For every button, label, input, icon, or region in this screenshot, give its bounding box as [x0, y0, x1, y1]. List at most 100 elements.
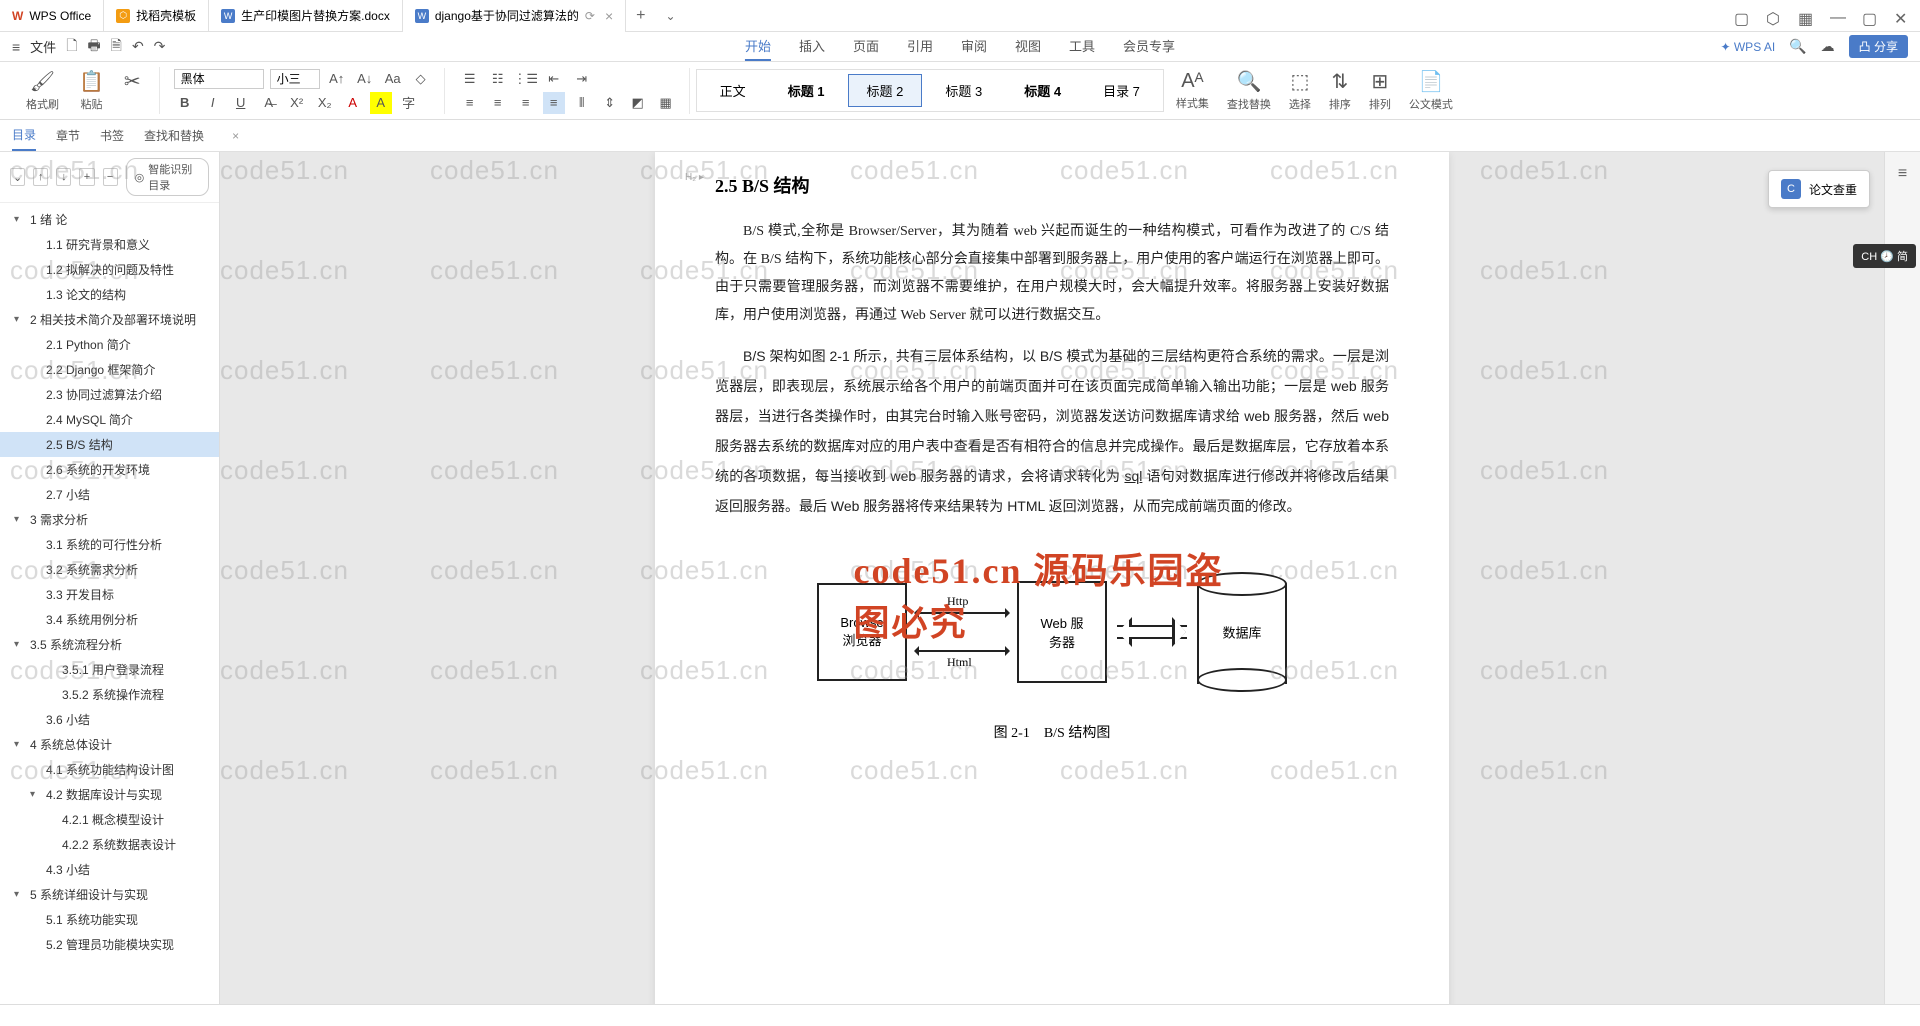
qat-redo-icon[interactable]: ↷ [154, 38, 166, 55]
outline-item[interactable]: ▾4.2 数据库设计与实现 [0, 782, 219, 807]
outline-item[interactable]: 2.5 B/S 结构 [0, 432, 219, 457]
highlight-button[interactable]: A [370, 92, 392, 114]
sp-tab-chapter[interactable]: 章节 [56, 121, 80, 150]
sidepanel-close-icon[interactable]: × [232, 129, 239, 143]
qat-undo-icon[interactable]: ↶ [132, 38, 144, 55]
tree-toggle-icon[interactable]: ▾ [30, 789, 42, 800]
qat-print-icon[interactable]: 🖶 [87, 35, 100, 59]
file-menu[interactable]: 文件 [30, 37, 56, 56]
char-border-button[interactable]: 字 [398, 92, 420, 114]
italic-button[interactable]: I [202, 92, 224, 114]
bullet-list-icon[interactable]: ☰ [459, 68, 481, 90]
outline-item[interactable]: 2.7 小结 [0, 482, 219, 507]
tab-doc-1[interactable]: W 生产印模图片替换方案.docx [209, 0, 403, 32]
style-h1[interactable]: 标题 1 [769, 74, 844, 107]
align-left-icon[interactable]: ≡ [459, 92, 481, 114]
arrange-button[interactable]: ⊞ 排列 [1363, 67, 1397, 114]
tab-insert[interactable]: 插入 [799, 32, 825, 61]
search-icon[interactable]: 🔍 [1789, 38, 1806, 55]
line-spacing-icon[interactable]: ⇕ [599, 92, 621, 114]
cut-button[interactable]: ✂ [118, 67, 147, 114]
wps-ai-button[interactable]: ✦ WPS AI [1720, 40, 1775, 54]
number-list-icon[interactable]: ☷ [487, 68, 509, 90]
increase-font-icon[interactable]: A↑ [326, 68, 348, 90]
outline-remove-icon[interactable]: − [103, 168, 118, 186]
outline-item[interactable]: 5.1 系统功能实现 [0, 907, 219, 932]
heading-2-5[interactable]: 2.5 B/S 结构 [715, 172, 1389, 198]
change-case-icon[interactable]: Aa [382, 68, 404, 90]
qat-preview-icon[interactable]: 🗎 [111, 35, 122, 59]
app-icon-2[interactable]: ⬡ [1766, 9, 1780, 23]
decrease-indent-icon[interactable]: ⇤ [543, 68, 565, 90]
sp-tab-find[interactable]: 查找和替换 [144, 121, 204, 150]
select-button[interactable]: ⬚ 选择 [1283, 67, 1317, 114]
style-h3[interactable]: 标题 3 [926, 74, 1001, 107]
outline-item[interactable]: 3.3 开发目标 [0, 582, 219, 607]
outline-collapse-icon[interactable]: ⌄ [10, 168, 25, 186]
outline-item[interactable]: ▾4 系统总体设计 [0, 732, 219, 757]
tree-toggle-icon[interactable]: ▾ [14, 314, 26, 325]
outline-up-icon[interactable]: ↑ [33, 168, 48, 186]
outline-item[interactable]: 4.2.2 系统数据表设计 [0, 832, 219, 857]
tab-member[interactable]: 会员专享 [1123, 32, 1175, 61]
tree-toggle-icon[interactable]: ▾ [14, 739, 26, 750]
tab-view[interactable]: 视图 [1015, 32, 1041, 61]
align-justify-icon[interactable]: ≡ [543, 92, 565, 114]
close-button[interactable]: ✕ [1894, 9, 1908, 23]
border-icon[interactable]: ▦ [655, 92, 677, 114]
subscript-button[interactable]: X₂ [314, 92, 336, 114]
tab-review[interactable]: 审阅 [961, 32, 987, 61]
paragraph-1[interactable]: B/S 模式,全称是 Browser/Server，其为随着 web 兴起而诞生… [715, 218, 1389, 330]
rail-expand-icon[interactable]: ≡ [1891, 162, 1915, 186]
font-color-button[interactable]: A [342, 92, 364, 114]
style-normal[interactable]: 正文 [701, 74, 765, 107]
new-tab-button[interactable]: + [626, 7, 655, 25]
outline-down-icon[interactable]: ↓ [56, 168, 71, 186]
app-icon-3[interactable]: ▦ [1798, 9, 1812, 23]
outline-item[interactable]: 3.6 小结 [0, 707, 219, 732]
style-toc7[interactable]: 目录 7 [1084, 74, 1159, 107]
style-h2[interactable]: 标题 2 [848, 74, 923, 107]
qat-save-icon[interactable]: 🗋 [66, 35, 77, 59]
outline-item[interactable]: 3.2 系统需求分析 [0, 557, 219, 582]
outline-item[interactable]: 2.3 协同过滤算法介绍 [0, 382, 219, 407]
outline-item[interactable]: 4.1 系统功能结构设计图 [0, 757, 219, 782]
plagiarism-check-panel[interactable]: C 论文查重 [1768, 170, 1870, 208]
tab-doc-2-active[interactable]: W django基于协同过滤算法的 ⟳ × [403, 0, 626, 32]
paste-button[interactable]: 📋 粘贴 [73, 67, 110, 114]
outline-item[interactable]: ▾2 相关技术简介及部署环境说明 [0, 307, 219, 332]
decrease-font-icon[interactable]: A↓ [354, 68, 376, 90]
sp-tab-bookmark[interactable]: 书签 [100, 121, 124, 150]
tab-menu-dropdown[interactable]: ⌄ [655, 9, 685, 23]
share-button[interactable]: 凸 分享 [1849, 35, 1908, 58]
style-h4[interactable]: 标题 4 [1005, 74, 1080, 107]
tab-tools[interactable]: 工具 [1069, 32, 1095, 61]
align-center-icon[interactable]: ≡ [487, 92, 509, 114]
app-icon-1[interactable]: ▢ [1734, 9, 1748, 23]
underline-button[interactable]: U [230, 92, 252, 114]
outline-item[interactable]: ▾5 系统详细设计与实现 [0, 882, 219, 907]
tab-reference[interactable]: 引用 [907, 32, 933, 61]
tree-toggle-icon[interactable]: ▾ [14, 214, 26, 225]
document-area[interactable]: H₂ ▸ 2.5 B/S 结构 B/S 模式,全称是 Browser/Serve… [220, 152, 1884, 1004]
sort-button[interactable]: ⇅ 排序 [1323, 67, 1357, 114]
outline-item[interactable]: 2.1 Python 简介 [0, 332, 219, 357]
tree-toggle-icon[interactable]: ▾ [14, 514, 26, 525]
superscript-button[interactable]: X² [286, 92, 308, 114]
bold-button[interactable]: B [174, 92, 196, 114]
outline-item[interactable]: 2.4 MySQL 简介 [0, 407, 219, 432]
multilevel-list-icon[interactable]: ⋮☰ [515, 68, 537, 90]
clear-format-icon[interactable]: ◇ [410, 68, 432, 90]
outline-item[interactable]: 2.2 Django 框架简介 [0, 357, 219, 382]
outline-item[interactable]: 3.5.1 用户登录流程 [0, 657, 219, 682]
tree-toggle-icon[interactable]: ▾ [14, 889, 26, 900]
strike-button[interactable]: A̶ [258, 92, 280, 114]
figure-caption[interactable]: 图 2-1 B/S 结构图 [715, 722, 1389, 742]
minimize-button[interactable]: — [1830, 9, 1844, 23]
gov-mode-button[interactable]: 📄 公文模式 [1403, 67, 1459, 114]
outline-item[interactable]: 3.1 系统的可行性分析 [0, 532, 219, 557]
sp-tab-outline[interactable]: 目录 [12, 120, 36, 151]
outline-item[interactable]: 2.6 系统的开发环境 [0, 457, 219, 482]
font-size-select[interactable] [270, 69, 320, 89]
outline-item[interactable]: 5.2 管理员功能模块实现 [0, 932, 219, 957]
